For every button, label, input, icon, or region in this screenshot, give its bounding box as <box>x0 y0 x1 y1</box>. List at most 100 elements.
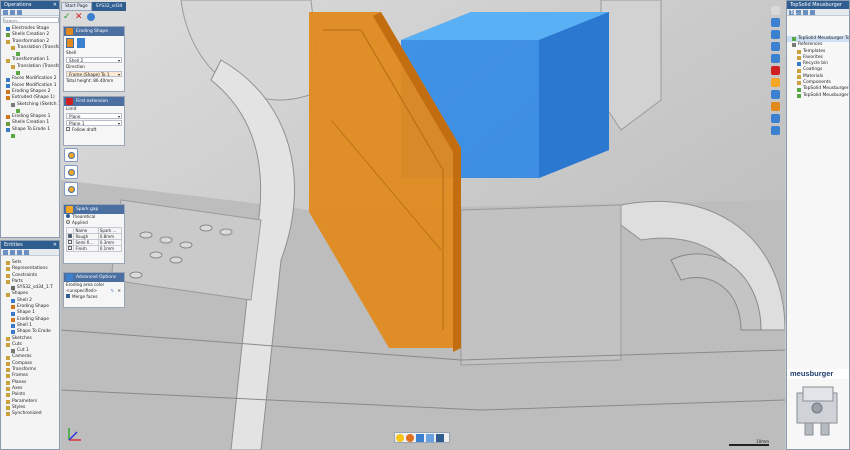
tool-icon[interactable] <box>771 18 780 27</box>
tool-icon[interactable] <box>771 78 780 87</box>
clear-icon[interactable]: ✕ <box>117 288 121 294</box>
applied-row[interactable]: Applied <box>64 220 124 226</box>
operations-panel: Operations ✕ Electrodes StageShells Crea… <box>0 0 60 238</box>
close-icon[interactable]: ✕ <box>53 1 57 9</box>
wire-icon[interactable] <box>426 434 434 442</box>
limit-select[interactable]: Plane ▾ <box>66 113 122 119</box>
chevron-down-icon: ▾ <box>117 114 120 119</box>
merge-faces-checkbox[interactable] <box>66 294 70 298</box>
tab-start-page[interactable]: Start Page <box>61 2 92 11</box>
first-extension-card: First extension Limit Plane ▾ Plane 1 ▾ Fo… <box>63 96 125 146</box>
tree-item[interactable]: TopSolid Meusburger Tools <box>787 93 849 99</box>
direction-label: Direction <box>66 64 85 69</box>
expand-icon[interactable] <box>24 250 29 255</box>
tree-node-icon <box>6 361 10 366</box>
color-icon[interactable] <box>406 434 414 442</box>
scale-label: 10mm <box>756 439 769 444</box>
tree-item-label: Synchronized <box>12 411 42 417</box>
option-button-1[interactable] <box>64 148 78 162</box>
tool-icon[interactable] <box>771 6 780 15</box>
entities-title: Entities <box>4 242 23 248</box>
sun-icon[interactable] <box>396 434 404 442</box>
tool-icon[interactable] <box>771 30 780 39</box>
tree-node-icon <box>11 286 15 291</box>
tool-icon[interactable] <box>771 66 780 75</box>
shell-select[interactable]: Shell 2 ▾ <box>66 57 122 63</box>
tree-node-icon <box>6 261 10 266</box>
forward-icon[interactable] <box>803 10 808 15</box>
tree-node-icon <box>6 393 10 398</box>
merge-faces-row[interactable]: Merge faces <box>64 294 124 300</box>
operations-search-input[interactable] <box>3 17 59 23</box>
color-value-row[interactable]: <unspecified> ✎ ✕ <box>64 288 124 294</box>
entities-panel: Entities ✕ Sets Representations Constraint… <box>0 240 60 450</box>
viewport[interactable]: Start Page SYS32_sd34 10mm <box>61 0 785 450</box>
tool-icon[interactable] <box>771 90 780 99</box>
applied-radio[interactable] <box>66 220 70 224</box>
option-icon <box>67 168 75 176</box>
tool-icon[interactable] <box>771 54 780 63</box>
model-3d-view[interactable] <box>61 0 785 450</box>
tree-item[interactable]: Synchronized <box>1 411 59 417</box>
tree-node-icon <box>6 33 10 38</box>
tool-icon[interactable] <box>771 126 780 135</box>
tree-item-label: Sketching (Sketch 1) <box>17 101 60 107</box>
tree-node-icon <box>6 292 10 297</box>
sort-icon[interactable] <box>3 250 8 255</box>
tree-node-icon <box>6 127 10 132</box>
filter-icon[interactable] <box>3 10 8 15</box>
tool-icon[interactable] <box>771 42 780 51</box>
first-extension-header[interactable]: First extension <box>64 97 124 106</box>
tree-node-icon <box>11 64 15 69</box>
spark-gap-header[interactable]: Spark gap <box>64 205 124 214</box>
chevron-down-icon: ▾ <box>117 72 120 77</box>
direction-select[interactable]: Frame (Shape) To 1 ▾ <box>66 71 122 77</box>
right-tool-strip <box>767 0 784 140</box>
close-icon[interactable]: ✕ <box>53 241 57 249</box>
row-checkbox-cell[interactable] <box>65 245 75 252</box>
table-row[interactable]: Finish 0.1mm <box>65 245 123 252</box>
tree-node-icon <box>797 56 801 61</box>
tree-item-label: Shape To Erode 1 <box>12 126 51 132</box>
follow-draft-checkbox[interactable] <box>66 127 70 131</box>
option-icon <box>67 185 75 193</box>
tree-node-icon <box>6 336 10 341</box>
tree-node-icon <box>797 68 801 73</box>
follow-draft-row[interactable]: Follow draft <box>64 127 124 133</box>
tool-icon[interactable] <box>771 114 780 123</box>
search-icon[interactable] <box>810 10 815 15</box>
advanced-options-header[interactable]: Advanced Options <box>64 273 124 282</box>
ok-icon[interactable]: ✓ <box>63 12 73 22</box>
search-icon[interactable] <box>17 250 22 255</box>
eroding-shape-header[interactable]: Eroding Shape <box>64 27 124 36</box>
eyedropper-icon[interactable]: ✎ <box>110 288 114 294</box>
shape-type-icon[interactable] <box>66 38 74 48</box>
spark-gap-table: Name Spark ... Rough 0.8mm Semi fi... 0.3mm F… <box>65 227 123 252</box>
shade-icon[interactable] <box>416 434 424 442</box>
option-button-2[interactable] <box>64 165 78 179</box>
help-icon[interactable] <box>87 13 95 21</box>
collapse-icon[interactable] <box>17 10 22 15</box>
cancel-icon[interactable]: ✕ <box>75 12 85 22</box>
shape-type-icon[interactable] <box>77 38 85 48</box>
expand-icon[interactable] <box>10 10 15 15</box>
section-icon[interactable] <box>436 434 444 442</box>
option-button-3[interactable] <box>64 182 78 196</box>
entities-toolbar <box>1 249 59 256</box>
gear-icon <box>66 274 73 281</box>
theoretical-radio[interactable] <box>66 214 70 218</box>
tree-node-icon <box>11 102 15 107</box>
entities-title-bar: Entities ✕ <box>1 241 59 249</box>
tab-document[interactable]: SYS32_sd34 <box>91 2 127 11</box>
spark-gap-card: Spark gap Theoretical Applied Name Spark … <box>63 204 125 264</box>
tree-node-icon <box>11 134 15 139</box>
entities-tree: Sets Representations Constraints Parts SYS32… <box>1 256 59 417</box>
tree-node-icon <box>797 62 801 67</box>
plane-select[interactable]: Plane 1 ▾ <box>66 120 122 126</box>
tree-node-icon <box>6 96 10 101</box>
tool-icon[interactable] <box>771 102 780 111</box>
tree-item[interactable] <box>1 133 59 139</box>
filter-icon[interactable] <box>10 250 15 255</box>
tree-node-icon <box>16 52 20 57</box>
tree-node-icon <box>16 109 20 113</box>
